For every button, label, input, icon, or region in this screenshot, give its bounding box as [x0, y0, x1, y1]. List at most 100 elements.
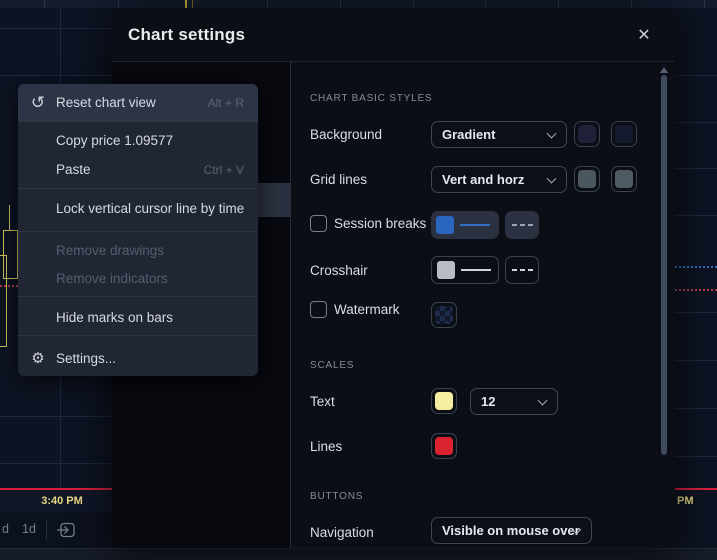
menu-divider [18, 296, 258, 297]
color-chip [435, 437, 453, 455]
watermark-color-swatch[interactable] [431, 302, 457, 328]
grid-color-swatch-2[interactable] [611, 166, 637, 192]
gridline-horizontal [0, 463, 112, 464]
navigation-dropdown-value: Visible on mouse over [442, 523, 580, 538]
grid-lines-dropdown[interactable]: Vert and horz [431, 166, 567, 193]
color-chip [578, 170, 596, 188]
menu-item-lock-vertical-cursor[interactable]: Lock vertical cursor line by time [18, 194, 258, 223]
color-chip [436, 216, 454, 234]
dash-icon [520, 224, 525, 226]
close-icon[interactable]: ✕ [635, 27, 653, 45]
color-chip [615, 170, 633, 188]
top-tick [413, 0, 414, 8]
menu-item-paste[interactable]: Paste Ctrl + V [18, 155, 258, 184]
grid-lines-label: Grid lines [310, 172, 367, 187]
session-breaks-line-style-button[interactable] [505, 211, 539, 239]
interval-toolbar: d 1d [0, 512, 112, 548]
color-chip [615, 125, 633, 143]
dash-icon [528, 269, 533, 271]
scales-lines-color-swatch[interactable] [431, 433, 457, 459]
transparent-color-chip [435, 306, 453, 324]
top-tick [631, 0, 632, 8]
chevron-down-icon [538, 395, 548, 405]
top-tick [704, 0, 705, 8]
menu-divider [18, 335, 258, 336]
time-axis: 3:40 PM [0, 490, 112, 512]
gridline-horizontal [675, 456, 717, 457]
top-tick [44, 0, 45, 8]
watermark-checkbox[interactable] [310, 301, 327, 318]
scrollbar[interactable] [661, 75, 667, 455]
alert-dotted-line [675, 289, 717, 291]
scales-text-label: Text [310, 394, 335, 409]
gridline-horizontal [675, 122, 717, 123]
menu-shortcut: Alt + R [208, 96, 258, 110]
color-chip [578, 125, 596, 143]
menu-divider [18, 231, 258, 232]
scales-text-color-swatch[interactable] [431, 388, 457, 414]
menu-item-label: Paste [18, 162, 91, 177]
dash-icon [520, 269, 525, 271]
color-chip [435, 392, 453, 410]
candle-wick [9, 205, 10, 230]
interval-button-1d[interactable]: 1d [22, 522, 36, 536]
gridline-horizontal [675, 360, 717, 361]
dialog-header: Chart settings ✕ [112, 8, 675, 62]
price-line [675, 488, 717, 490]
session-breaks-color-button[interactable] [431, 211, 499, 239]
top-tick [558, 0, 559, 8]
chevron-down-icon [547, 173, 557, 183]
screen: 3:40 PM PM d 1d Chart settings ✕ CHART B… [0, 0, 717, 560]
top-tick [485, 0, 486, 8]
gridline-horizontal [675, 168, 717, 169]
section-scales: SCALES [310, 360, 354, 371]
menu-item-remove-indicators: Remove indicators [18, 264, 258, 292]
font-size-dropdown[interactable]: 12 [470, 388, 558, 415]
chart-top-strip [0, 0, 717, 8]
grid-lines-dropdown-value: Vert and horz [442, 172, 524, 187]
chevron-down-icon [547, 128, 557, 138]
menu-item-copy-price[interactable]: Copy price 1.09577 [18, 126, 258, 155]
crosshair-label: Crosshair [310, 263, 368, 278]
line-preview [461, 269, 491, 271]
dash-icon [512, 269, 517, 271]
menu-divider [18, 121, 258, 122]
menu-item-reset-chart-view[interactable]: ↺ Reset chart view Alt + R [18, 84, 258, 121]
gridline-horizontal [675, 312, 717, 313]
context-menu: ↺ Reset chart view Alt + R Copy price 1.… [18, 84, 258, 376]
scales-lines-label: Lines [310, 439, 342, 454]
menu-item-settings[interactable]: ⚙ Settings... [18, 340, 258, 376]
session-dotted-line [675, 266, 717, 268]
line-preview [460, 224, 490, 226]
background-dropdown-value: Gradient [442, 127, 495, 142]
session-breaks-label: Session breaks [334, 216, 426, 231]
gridline-horizontal [675, 75, 717, 76]
background-color-swatch-1[interactable] [574, 121, 600, 147]
session-breaks-checkbox[interactable] [310, 215, 327, 232]
menu-item-label: Lock vertical cursor line by time [18, 201, 244, 216]
menu-item-remove-drawings: Remove drawings [18, 236, 258, 264]
top-tick [340, 0, 341, 8]
dash-icon [512, 224, 517, 226]
background-color-swatch-2[interactable] [611, 121, 637, 147]
top-tick-yellow [185, 0, 187, 8]
menu-shortcut: Ctrl + V [204, 163, 258, 177]
interval-button-d[interactable]: d [2, 522, 9, 536]
navigation-dropdown[interactable]: Visible on mouse over [431, 517, 592, 544]
section-buttons: BUTTONS [310, 491, 363, 502]
top-tick-yellow [192, 0, 193, 8]
background-label: Background [310, 127, 382, 142]
top-tick [118, 0, 119, 8]
scroll-up-arrow[interactable] [660, 67, 668, 73]
go-to-date-icon[interactable] [56, 520, 76, 543]
status-bar [0, 548, 717, 560]
background-dropdown[interactable]: Gradient [431, 121, 567, 148]
menu-divider [18, 188, 258, 189]
crosshair-line-style-button[interactable] [505, 256, 539, 284]
time-label-right: PM [677, 495, 694, 507]
grid-color-swatch-1[interactable] [574, 166, 600, 192]
dash-icon [528, 224, 533, 226]
toolbar-divider [46, 520, 47, 540]
crosshair-color-button[interactable] [431, 256, 499, 284]
menu-item-hide-marks[interactable]: Hide marks on bars [18, 302, 258, 332]
